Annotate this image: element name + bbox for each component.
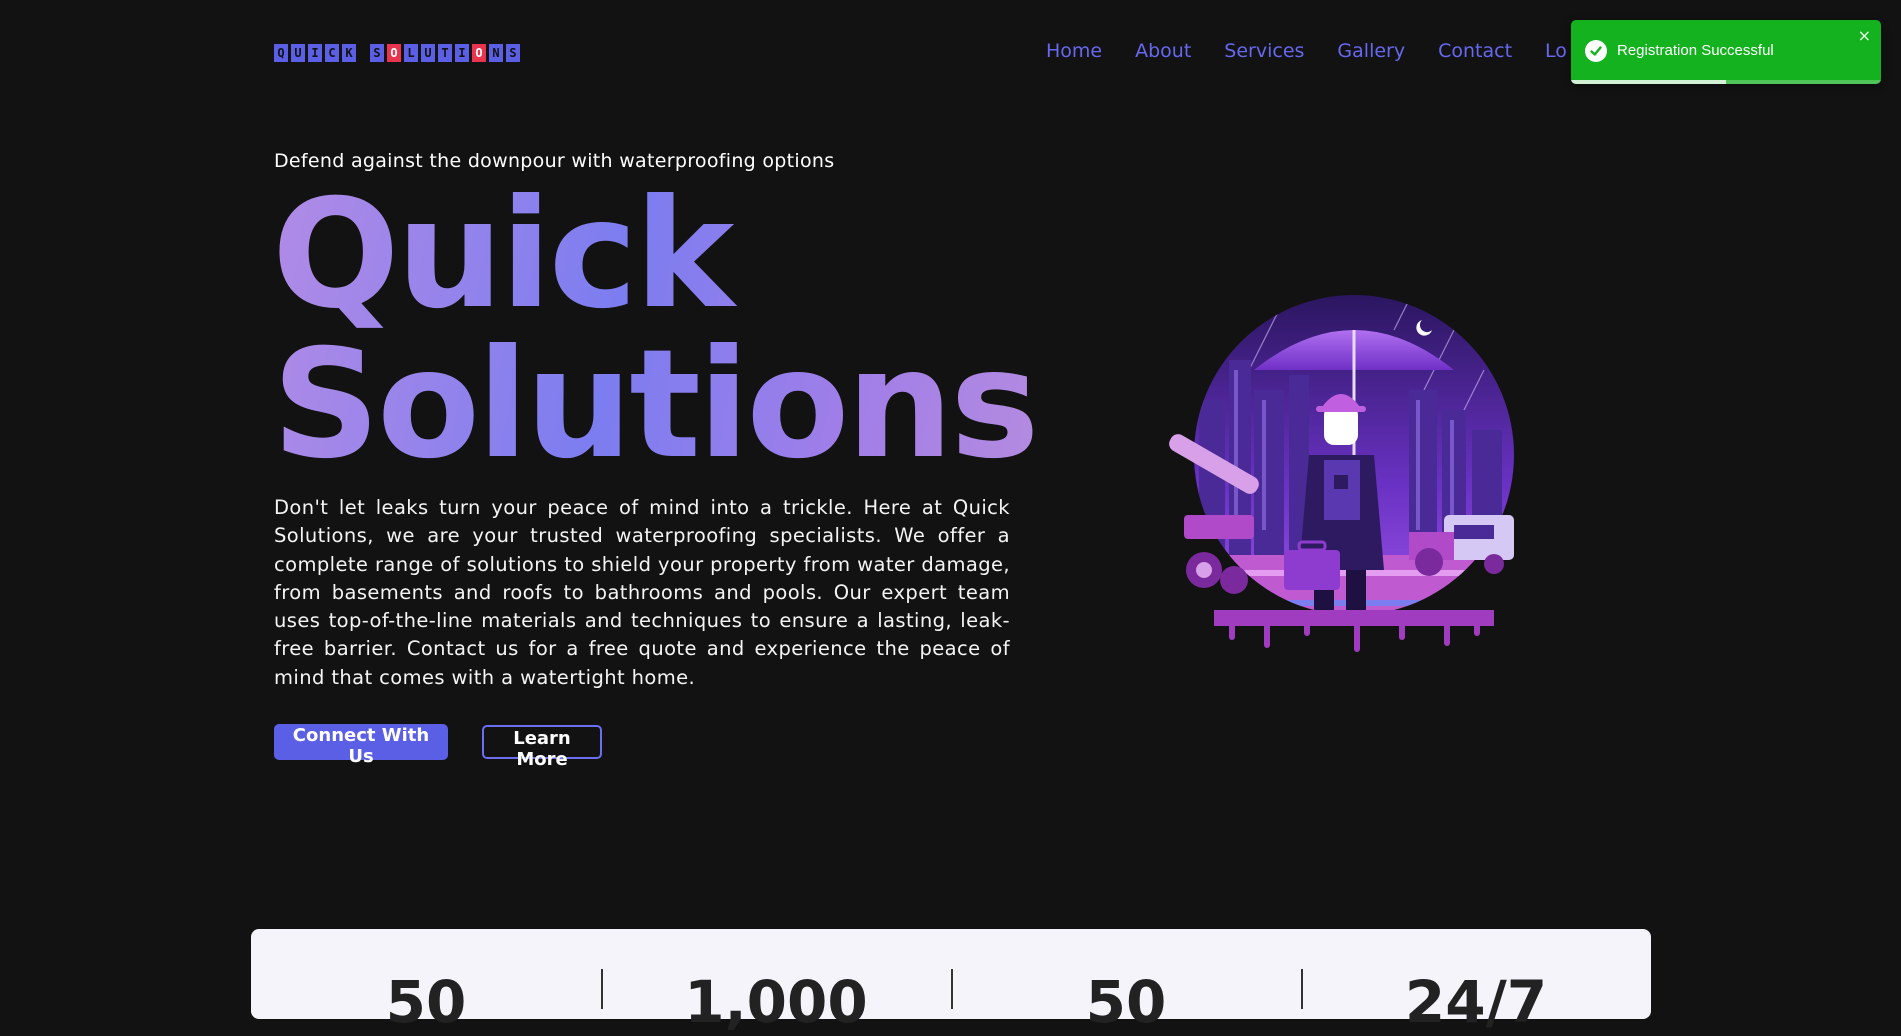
logo-letter: T bbox=[438, 44, 452, 62]
hero-description: Don't let leaks turn your peace of mind … bbox=[274, 496, 1010, 689]
logo-letter: N bbox=[489, 44, 503, 62]
stat-value: 1,000 bbox=[684, 968, 868, 1036]
toast-progress-track bbox=[1571, 80, 1881, 84]
nav-login[interactable]: Lo bbox=[1545, 40, 1569, 62]
main-nav: Home About Services Gallery Contact Lo bbox=[1046, 40, 1569, 62]
logo-letter: C bbox=[325, 44, 339, 62]
stat-item: 50 bbox=[951, 929, 1301, 1036]
stat-value: 50 bbox=[385, 968, 467, 1036]
toast-progress-bar bbox=[1571, 80, 1726, 84]
stat-value: 24/7 bbox=[1404, 968, 1548, 1036]
registration-toast: Registration Successful × bbox=[1571, 20, 1881, 84]
logo-letter: S bbox=[370, 44, 384, 62]
stat-item: 1,000 bbox=[601, 929, 951, 1036]
logo-letter: U bbox=[421, 44, 435, 62]
site-logo[interactable]: QUICKSOLUTIONS bbox=[274, 44, 520, 62]
hero-title-line2: Solutions bbox=[272, 318, 1037, 492]
logo-letter: I bbox=[455, 44, 469, 62]
logo-gap bbox=[359, 44, 367, 62]
toast-message: Registration Successful bbox=[1617, 42, 1774, 59]
nav-services[interactable]: Services bbox=[1224, 40, 1304, 62]
check-circle-icon bbox=[1585, 40, 1607, 62]
nav-about[interactable]: About bbox=[1135, 40, 1191, 62]
nav-gallery[interactable]: Gallery bbox=[1337, 40, 1405, 62]
stat-item: 24/7 bbox=[1301, 929, 1651, 1036]
logo-letter: O bbox=[472, 44, 486, 62]
nav-contact[interactable]: Contact bbox=[1438, 40, 1512, 62]
close-icon[interactable]: × bbox=[1858, 28, 1871, 44]
nav-home[interactable]: Home bbox=[1046, 40, 1102, 62]
stat-item: 50 bbox=[251, 929, 601, 1036]
stat-value: 50 bbox=[1085, 968, 1167, 1036]
hero-title-line1: Quick bbox=[272, 168, 732, 342]
learn-more-button[interactable]: Learn More bbox=[482, 725, 602, 770]
connect-with-us-button[interactable]: Connect With Us bbox=[274, 724, 448, 767]
logo-letter: K bbox=[342, 44, 356, 62]
logo-letter: S bbox=[506, 44, 520, 62]
stats-panel: 50 1,000 50 24/7 bbox=[251, 929, 1651, 1036]
hero-title: Quick Solutions bbox=[272, 180, 1037, 480]
logo-letter: I bbox=[308, 44, 322, 62]
waterproofing-worker-illustration bbox=[1169, 295, 1514, 652]
logo-letter: U bbox=[291, 44, 305, 62]
logo-letter: Q bbox=[274, 44, 288, 62]
logo-letter: O bbox=[387, 44, 401, 62]
logo-letter: L bbox=[404, 44, 418, 62]
